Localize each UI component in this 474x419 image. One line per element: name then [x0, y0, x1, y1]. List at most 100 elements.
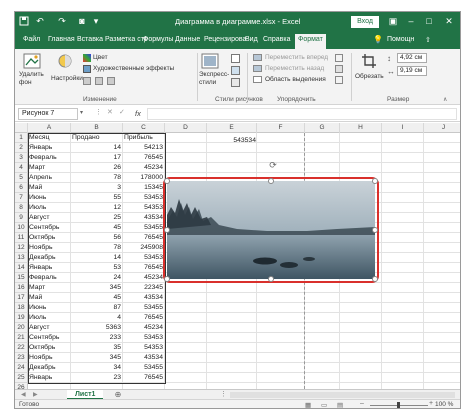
table-cell[interactable]: 87: [71, 303, 122, 313]
reset-picture-icon[interactable]: [107, 77, 115, 85]
zoom-level[interactable]: 100 %: [435, 401, 453, 408]
table-cell[interactable]: Март: [28, 283, 70, 293]
table-cell[interactable]: Февраль: [28, 153, 70, 163]
ribbon-display-icon[interactable]: ▣: [387, 15, 399, 28]
picture-border-icon[interactable]: [231, 54, 240, 63]
table-cell[interactable]: Сентябрь: [28, 223, 70, 233]
selection-pane-icon[interactable]: [253, 76, 262, 83]
table-cell[interactable]: 14: [71, 253, 122, 263]
table-cell[interactable]: Октябрь: [28, 233, 70, 243]
resize-handle[interactable]: [164, 227, 170, 233]
row-header[interactable]: 10: [15, 223, 28, 233]
table-cell[interactable]: Май: [28, 183, 70, 193]
artistic-effects-button[interactable]: Художественные эффекты: [93, 65, 174, 72]
column-header[interactable]: A: [28, 123, 71, 133]
row-header[interactable]: 5: [15, 173, 28, 183]
row-header[interactable]: 25: [15, 373, 28, 383]
row-header[interactable]: 8: [15, 203, 28, 213]
table-cell[interactable]: 53455: [123, 223, 164, 233]
table-header-cell[interactable]: Месяц: [28, 133, 70, 143]
select-all-corner[interactable]: [15, 123, 28, 133]
row-header[interactable]: 19: [15, 313, 28, 323]
crop-icon[interactable]: [361, 53, 377, 71]
cell-e1[interactable]: 543534: [207, 136, 257, 146]
table-cell[interactable]: 78: [71, 243, 122, 253]
row-header[interactable]: 7: [15, 193, 28, 203]
picture-effects-icon[interactable]: [231, 66, 240, 75]
table-cell[interactable]: 35: [71, 343, 122, 353]
color-button[interactable]: Цвет: [93, 54, 108, 61]
spreadsheet-grid[interactable]: A B C D E F G H I J 1 2 3 4 5 6 7 8 9 10 11 12 13 14 1…: [15, 123, 460, 389]
rotate-objects-icon[interactable]: [335, 76, 343, 84]
artistic-effects-icon[interactable]: [83, 65, 91, 73]
row-header[interactable]: 4: [15, 163, 28, 173]
redo-icon[interactable]: ↷: [57, 16, 67, 26]
table-cell[interactable]: 345: [71, 353, 122, 363]
minimize-icon[interactable]: –: [405, 15, 417, 28]
row-header[interactable]: 3: [15, 153, 28, 163]
insert-function-icon[interactable]: fx: [135, 109, 141, 118]
table-cell[interactable]: Февраль: [28, 273, 70, 283]
name-box[interactable]: Рисунок 7: [18, 108, 78, 120]
tab-formulas[interactable]: Формулы: [143, 36, 173, 43]
customize-quick-access-icon[interactable]: ▾: [91, 16, 101, 26]
quick-styles-icon[interactable]: [201, 53, 219, 71]
share-icon[interactable]: ⇧: [425, 36, 431, 44]
row-header[interactable]: 21: [15, 333, 28, 343]
row-header[interactable]: 16: [15, 283, 28, 293]
bring-forward-button[interactable]: Переместить вперед: [265, 54, 328, 61]
table-cell[interactable]: 15345: [123, 183, 164, 193]
collapse-ribbon-icon[interactable]: ∧: [443, 96, 447, 103]
column-header[interactable]: D: [165, 123, 207, 133]
table-cell[interactable]: 56: [71, 233, 122, 243]
table-cell[interactable]: 17: [71, 153, 122, 163]
resize-handle[interactable]: [372, 178, 378, 184]
table-cell[interactable]: 5363: [71, 323, 122, 333]
table-cell[interactable]: Июль: [28, 203, 70, 213]
resize-handle[interactable]: [372, 276, 378, 282]
crop-button[interactable]: Обрезать: [355, 73, 384, 80]
table-cell[interactable]: Январь: [28, 373, 70, 383]
row-header[interactable]: 14: [15, 263, 28, 273]
maximize-icon[interactable]: □: [423, 15, 435, 28]
tab-view[interactable]: Вид: [245, 36, 258, 43]
column-header[interactable]: H: [340, 123, 382, 133]
tab-help[interactable]: Справка: [263, 36, 290, 43]
table-cell[interactable]: 53455: [123, 363, 164, 373]
save-icon[interactable]: [19, 16, 29, 26]
table-cell[interactable]: Ноябрь: [28, 353, 70, 363]
table-cell[interactable]: 76545: [123, 233, 164, 243]
picture-layout-icon[interactable]: [231, 78, 240, 87]
row-header[interactable]: 15: [15, 273, 28, 283]
table-cell[interactable]: Январь: [28, 263, 70, 273]
corrections-icon[interactable]: [57, 53, 73, 71]
color-icon[interactable]: [83, 54, 91, 62]
table-cell[interactable]: Декабрь: [28, 253, 70, 263]
table-cell[interactable]: Ноябрь: [28, 243, 70, 253]
table-cell[interactable]: 76545: [123, 153, 164, 163]
table-cell[interactable]: Июнь: [28, 193, 70, 203]
tab-home[interactable]: Главная: [48, 36, 75, 43]
align-icon[interactable]: [335, 54, 343, 62]
table-cell[interactable]: 3: [71, 183, 122, 193]
table-cell[interactable]: 55: [71, 193, 122, 203]
column-header[interactable]: J: [424, 123, 460, 133]
formula-input[interactable]: [147, 108, 457, 120]
resize-handle[interactable]: [268, 276, 274, 282]
table-cell[interactable]: Декабрь: [28, 363, 70, 373]
table-cell[interactable]: 45: [71, 223, 122, 233]
row-header[interactable]: 9: [15, 213, 28, 223]
tab-review[interactable]: Рецензирова: [204, 36, 246, 43]
resize-handle[interactable]: [268, 178, 274, 184]
send-backward-button[interactable]: Переместить назад: [265, 65, 324, 72]
table-cell[interactable]: 23: [71, 373, 122, 383]
table-cell[interactable]: 54213: [123, 143, 164, 153]
table-cell[interactable]: 45: [71, 293, 122, 303]
row-header[interactable]: 20: [15, 323, 28, 333]
page-layout-view-icon[interactable]: ▭: [321, 401, 327, 408]
table-cell[interactable]: 43534: [123, 293, 164, 303]
row-header[interactable]: 23: [15, 353, 28, 363]
zoom-slider-thumb[interactable]: [397, 402, 400, 408]
table-cell[interactable]: 45234: [123, 163, 164, 173]
table-cell[interactable]: 53453: [123, 193, 164, 203]
